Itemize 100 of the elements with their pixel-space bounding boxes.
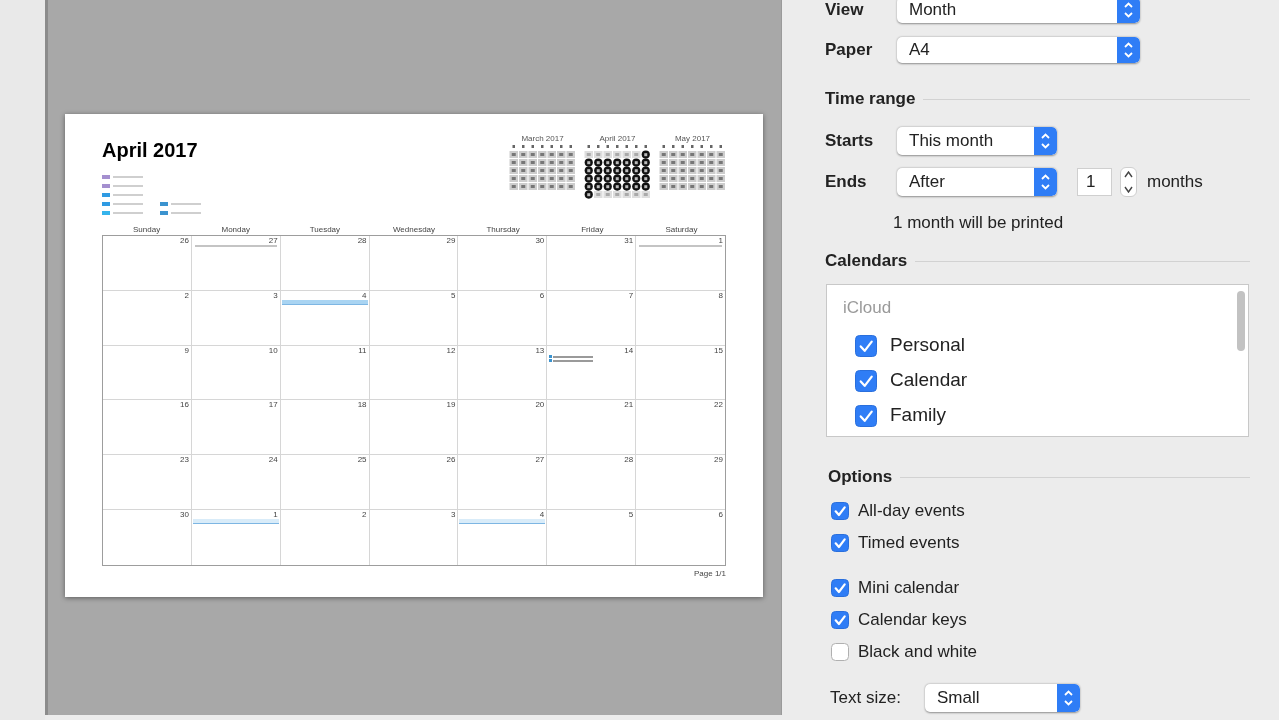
day-number: 3: [273, 290, 279, 300]
count-field[interactable]: 1: [1077, 168, 1112, 196]
day-number: 18: [357, 400, 368, 410]
checkbox[interactable]: [831, 579, 849, 597]
checkbox-label: Calendar: [890, 368, 968, 393]
day-number: 6: [539, 290, 546, 300]
blurred-label-line: [171, 211, 201, 214]
unit-label: months: [1147, 171, 1203, 194]
day-number: 27: [535, 455, 546, 465]
section-heading: Calendars: [825, 251, 908, 271]
weekday-label: Sunday: [133, 225, 161, 234]
weekday-label: Tuesday: [309, 225, 341, 234]
day-number: 27: [268, 236, 279, 245]
day-number: 2: [184, 290, 190, 300]
group-label: iCloud: [843, 298, 892, 318]
blurred-label-line: [113, 184, 143, 187]
checkbox[interactable]: [855, 369, 877, 392]
section-heading: Options: [828, 467, 893, 487]
day-number: 14: [624, 345, 635, 355]
day-number: 12: [446, 345, 457, 355]
field-label: Ends: [825, 171, 868, 194]
day-number: 20: [535, 400, 546, 410]
mini-calendar-title: April 2017: [599, 134, 636, 143]
blurred-label-line: [113, 175, 143, 178]
checkbox-label: Black and white: [858, 641, 978, 664]
day-number: 8: [718, 290, 724, 300]
calendar-title: April 2017: [102, 138, 199, 162]
day-number: 17: [268, 400, 279, 410]
day-number: 19: [446, 400, 457, 410]
day-number: 26: [179, 236, 190, 245]
checkbox-label: Family: [890, 403, 946, 428]
checkbox[interactable]: [831, 611, 849, 629]
mini-calendar-title: March 2017: [521, 134, 564, 143]
scrollbar-thumb[interactable]: [1237, 291, 1245, 351]
day-number: 1: [718, 236, 724, 245]
day-number: 4: [362, 290, 368, 300]
day-number: 29: [714, 455, 724, 465]
day-number: 30: [535, 236, 546, 245]
day-number: 5: [450, 290, 457, 300]
checkbox-label: Personal: [890, 333, 965, 358]
day-number: 25: [357, 455, 368, 465]
day-number: 22: [714, 400, 724, 410]
count-stepper[interactable]: [1120, 167, 1137, 197]
day-number: 3: [450, 510, 457, 520]
weekday-label: Thursday: [486, 225, 520, 234]
day-number: 21: [624, 400, 635, 410]
page-number: Page 1/1: [693, 569, 726, 578]
checkbox-label: All-day events: [858, 500, 965, 523]
text-size-popup[interactable]: Small: [925, 684, 1080, 712]
weekday-label: Friday: [581, 225, 604, 234]
blurred-label-line: [113, 193, 143, 196]
ends-popup[interactable]: After: [897, 168, 1057, 196]
day-number: 23: [179, 455, 190, 465]
day-number: 10: [268, 345, 279, 355]
checkbox[interactable]: [831, 534, 849, 552]
weekday-label: Monday: [221, 225, 250, 234]
day-number: 29: [446, 236, 457, 245]
day-number: 7: [628, 290, 635, 300]
paper-popup[interactable]: A4: [897, 37, 1140, 63]
weekday-label: Saturday: [665, 225, 698, 234]
day-number: 28: [357, 236, 368, 245]
day-number: 13: [535, 345, 546, 355]
checkbox-label: Timed events: [858, 532, 960, 555]
day-number: 1: [273, 510, 279, 520]
field-label: Text size:: [830, 687, 902, 710]
section-heading: Time range: [825, 89, 916, 109]
updown-chevron-icon: [1117, 37, 1140, 63]
day-number: 31: [624, 236, 635, 245]
mini-calendar-title: May 2017: [674, 134, 711, 143]
field-label: Paper: [825, 39, 874, 62]
updown-chevron-icon: [1034, 168, 1057, 196]
day-number: 9: [184, 345, 190, 355]
day-number: 28: [624, 455, 635, 465]
updown-chevron-icon: [1034, 127, 1057, 155]
day-number: 6: [718, 510, 724, 520]
checkbox-label: Mini calendar: [858, 577, 960, 600]
summary-text: 1 month will be printed: [893, 213, 1064, 233]
updown-chevron-icon: [1057, 684, 1080, 712]
checkbox[interactable]: [855, 404, 877, 427]
updown-chevron-icon: [1117, 0, 1140, 23]
day-number: 11: [358, 345, 368, 355]
checkbox[interactable]: [831, 643, 849, 661]
day-number: 16: [179, 400, 190, 410]
day-number: 2: [362, 510, 368, 520]
starts-popup[interactable]: This month: [897, 127, 1057, 155]
day-number: 5: [628, 510, 635, 520]
day-number: 24: [268, 455, 279, 465]
weekday-label: Wednesday: [392, 225, 436, 234]
blurred-label-line: [113, 202, 143, 205]
field-label: Starts: [825, 130, 875, 153]
field-label: View: [825, 0, 865, 22]
day-number: 26: [446, 455, 457, 465]
checkbox[interactable]: [855, 334, 877, 357]
checkbox-label: Calendar keys: [858, 609, 967, 632]
day-number: 4: [539, 510, 546, 520]
checkbox[interactable]: [831, 502, 849, 520]
blurred-label-line: [113, 211, 143, 214]
day-number: 30: [179, 510, 190, 520]
blurred-label-line: [171, 202, 201, 205]
view-popup[interactable]: Month: [897, 0, 1140, 23]
